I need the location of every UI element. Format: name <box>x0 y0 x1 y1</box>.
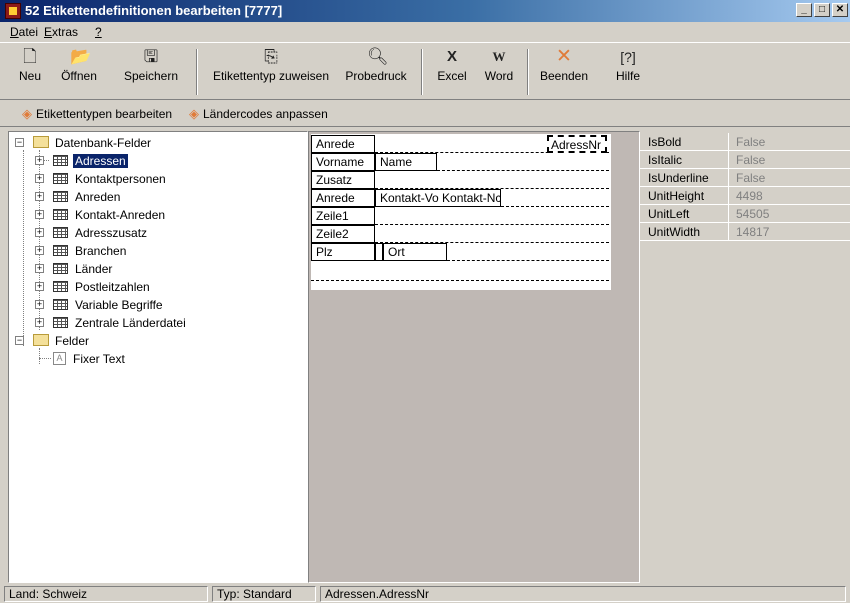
open-folder-icon: 📂 <box>70 47 92 66</box>
word-icon: W <box>492 49 506 64</box>
help-button[interactable]: [?] Hilfe <box>610 47 646 83</box>
tree-line <box>39 348 40 364</box>
window-controls: _ □ ✕ <box>794 3 848 17</box>
print-preview-button[interactable]: 🔍︎ Probedruck <box>340 47 412 83</box>
expand-icon[interactable]: + <box>35 318 44 327</box>
menu-help[interactable]: ? <box>95 25 102 39</box>
table-icon <box>53 191 68 202</box>
property-row[interactable]: UnitHeight 4498 <box>640 187 850 205</box>
help-icon: [?] <box>620 49 636 65</box>
property-row[interactable]: IsBold False <box>640 133 850 151</box>
secondary-toolbar: ◈ Etikettentypen bearbeiten ◈ Ländercodes … <box>0 101 850 127</box>
menu-bar: Datei Extras ? <box>0 22 850 42</box>
property-row[interactable]: IsUnderline False <box>640 169 850 187</box>
assign-label-type-button[interactable]: ⎘ Etikettentyp zuweisen <box>207 47 335 83</box>
tree-line <box>23 150 24 346</box>
excel-icon: X <box>446 48 457 65</box>
main-toolbar: 🗋 Neu 📂 Öffnen 🖫 Speichern ⎘ Etikettenty… <box>0 42 850 100</box>
minimize-button[interactable]: _ <box>796 3 812 17</box>
app-icon[interactable] <box>5 3 21 19</box>
label-canvas[interactable]: Anrede AdressNr Vorname Name Zusatz Anre… <box>311 134 611 290</box>
field-adressnr[interactable]: AdressNr <box>547 135 607 153</box>
property-row[interactable]: UnitWidth 14817 <box>640 223 850 241</box>
property-row[interactable]: IsItalic False <box>640 151 850 169</box>
floppy-disk-icon: 🖫 <box>143 47 159 66</box>
folder-icon <box>33 334 49 346</box>
table-icon <box>53 299 68 310</box>
toolbar-separator <box>527 49 529 95</box>
field-ort[interactable]: Ort <box>383 243 447 261</box>
expand-icon[interactable]: + <box>35 156 44 165</box>
diamond-icon: ◈ <box>189 106 199 121</box>
diamond-icon: ◈ <box>22 106 32 121</box>
status-type: Typ: Standard <box>212 586 316 602</box>
quit-button[interactable]: ✕ Beenden <box>534 46 594 84</box>
maximize-button[interactable]: □ <box>814 3 830 17</box>
excel-button[interactable]: X Excel <box>430 47 474 83</box>
label-designer[interactable]: Anrede AdressNr Vorname Name Zusatz Anre… <box>308 131 640 583</box>
field-zusatz[interactable]: Zusatz <box>311 171 375 189</box>
open-button[interactable]: 📂 Öffnen <box>54 47 104 83</box>
table-icon <box>53 173 68 184</box>
close-icon: ✕ <box>556 46 572 67</box>
collapse-icon[interactable]: − <box>15 138 24 147</box>
title-bar[interactable]: 52 Etikettendefinitionen bearbeiten [777… <box>0 0 850 22</box>
expand-icon[interactable]: + <box>35 264 44 273</box>
new-document-icon: 🗋 <box>23 47 37 66</box>
field-anrede-kontakt[interactable]: Anrede <box>311 189 375 207</box>
print-preview-icon: 🔍︎ <box>367 47 389 66</box>
status-bar: Land: Schweiz Typ: Standard Adressen.Adr… <box>0 585 850 603</box>
table-icon <box>53 263 68 274</box>
table-icon <box>53 245 68 256</box>
toolbar-separator <box>196 49 198 95</box>
table-icon <box>53 281 68 292</box>
text-field-icon: A <box>53 352 66 365</box>
field-anrede[interactable]: Anrede <box>311 135 375 153</box>
expand-icon[interactable]: + <box>35 192 44 201</box>
field-zeile1[interactable]: Zeile1 <box>311 207 375 225</box>
table-icon <box>53 155 68 166</box>
property-row[interactable]: UnitLeft 54505 <box>640 205 850 223</box>
table-icon <box>53 209 68 220</box>
properties-panel: IsBold False IsItalic False IsUnderline … <box>640 131 850 583</box>
folder-icon <box>33 136 49 148</box>
field-plz[interactable]: Plz <box>311 243 375 261</box>
expand-icon[interactable]: + <box>35 246 44 255</box>
field-vorname[interactable]: Vorname <box>311 153 375 171</box>
collapse-icon[interactable]: − <box>15 336 24 345</box>
status-field: Adressen.AdressNr <box>320 586 846 602</box>
table-icon <box>53 317 68 328</box>
field-kontakt[interactable]: Kontakt-Vo Kontakt-Nc <box>375 189 501 207</box>
status-country: Land: Schweiz <box>4 586 208 602</box>
assign-label-icon: ⎘ <box>264 47 278 66</box>
new-button[interactable]: 🗋 Neu <box>12 47 48 83</box>
expand-icon[interactable]: + <box>35 174 44 183</box>
menu-datei[interactable]: Datei <box>10 25 38 39</box>
expand-icon[interactable]: + <box>35 300 44 309</box>
expand-icon[interactable]: + <box>35 210 44 219</box>
window-title: 52 Etikettendefinitionen bearbeiten [777… <box>25 3 283 18</box>
field-zeile2[interactable]: Zeile2 <box>311 225 375 243</box>
edit-label-types-button[interactable]: ◈ Etikettentypen bearbeiten <box>22 106 172 122</box>
save-button[interactable]: 🖫 Speichern <box>116 47 186 83</box>
field-tree[interactable]: − Datenbank-Felder + Adressen + Kontaktp… <box>8 131 308 583</box>
field-plz-value[interactable] <box>375 243 383 261</box>
word-button[interactable]: W Word <box>478 47 520 83</box>
country-codes-button[interactable]: ◈ Ländercodes anpassen <box>189 106 328 122</box>
close-button[interactable]: ✕ <box>832 3 848 17</box>
toolbar-separator <box>421 49 423 95</box>
expand-icon[interactable]: + <box>35 282 44 291</box>
expand-icon[interactable]: + <box>35 228 44 237</box>
table-icon <box>53 227 68 238</box>
menu-extras[interactable]: Extras <box>44 25 78 39</box>
field-name[interactable]: Name <box>375 153 437 171</box>
